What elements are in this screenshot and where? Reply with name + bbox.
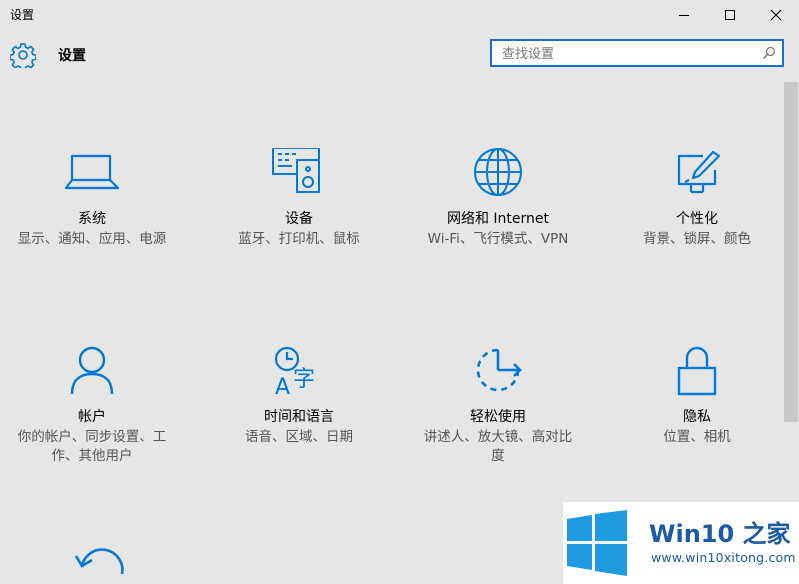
devices-icon xyxy=(272,148,320,193)
update-icon[interactable] xyxy=(72,544,128,584)
window-title: 设置 xyxy=(10,8,35,22)
laptop-icon xyxy=(64,154,120,190)
search-icon[interactable] xyxy=(762,46,776,60)
page-title: 设置 xyxy=(58,48,86,64)
tile-system[interactable]: 系统 显示、通知、应用、电源 xyxy=(0,148,187,249)
tile-name: 系统 xyxy=(78,211,106,227)
lock-icon xyxy=(677,346,717,396)
close-icon xyxy=(770,9,782,21)
windows-logo-icon xyxy=(567,510,627,576)
watermark: Win10 之家 www.win10xitong.com xyxy=(563,502,799,584)
maximize-button[interactable] xyxy=(707,0,753,30)
tile-name: 隐私 xyxy=(683,409,711,425)
tile-description: Wi-Fi、飞行模式、VPN xyxy=(427,231,569,247)
tile-description: 位置、相机 xyxy=(663,429,731,445)
globe-icon xyxy=(474,148,522,196)
watermark-url: www.win10xitong.com xyxy=(651,550,796,565)
maximize-icon xyxy=(725,10,735,20)
minimize-button[interactable] xyxy=(661,0,707,30)
tile-description: 你的帐户、同步设置、工作、其他用户 xyxy=(17,429,167,464)
tile-name: 时间和语言 xyxy=(264,409,334,425)
svg-text:字: 字 xyxy=(293,367,315,392)
clock-language-icon: A 字 xyxy=(274,346,315,400)
watermark-title: Win10 之家 xyxy=(649,520,791,548)
tile-accounts[interactable]: 帐户 你的帐户、同步设置、工作、其他用户 xyxy=(0,346,187,466)
tile-description: 显示、通知、应用、电源 xyxy=(17,231,167,247)
gear-icon xyxy=(10,43,36,68)
tile-name: 个性化 xyxy=(676,211,718,227)
tile-description: 蓝牙、打印机、鼠标 xyxy=(238,231,360,247)
close-button[interactable] xyxy=(753,0,799,30)
settings-header: 设置 xyxy=(0,30,799,80)
tile-name: 网络和 Internet xyxy=(446,211,550,227)
tile-name: 帐户 xyxy=(78,409,106,425)
tile-description: 背景、锁屏、颜色 xyxy=(643,231,751,247)
tile-ease-of-access[interactable]: 轻松使用 讲述人、放大镜、高对比度 xyxy=(403,346,593,466)
tile-name: 轻松使用 xyxy=(470,409,526,425)
tile-privacy[interactable]: 隐私 位置、相机 xyxy=(602,346,792,447)
tile-description: 讲述人、放大镜、高对比度 xyxy=(423,429,573,464)
tile-personalization[interactable]: 个性化 背景、锁屏、颜色 xyxy=(602,148,792,249)
tile-name: 设备 xyxy=(285,211,313,227)
title-bar: 设置 xyxy=(0,0,799,30)
ease-of-access-icon xyxy=(476,348,522,392)
tile-description: 语音、区域、日期 xyxy=(245,429,353,445)
paint-icon xyxy=(677,150,721,194)
search-input[interactable] xyxy=(500,44,754,64)
person-icon xyxy=(70,346,114,395)
tile-devices[interactable]: 设备 蓝牙、打印机、鼠标 xyxy=(204,148,394,249)
tile-network[interactable]: 网络和 Internet Wi-Fi、飞行模式、VPN xyxy=(403,148,593,249)
minimize-icon xyxy=(679,15,689,16)
svg-text:A: A xyxy=(275,375,290,400)
tile-time-language[interactable]: A 字 时间和语言 语音、区域、日期 xyxy=(204,346,394,447)
search-box[interactable] xyxy=(490,39,784,67)
